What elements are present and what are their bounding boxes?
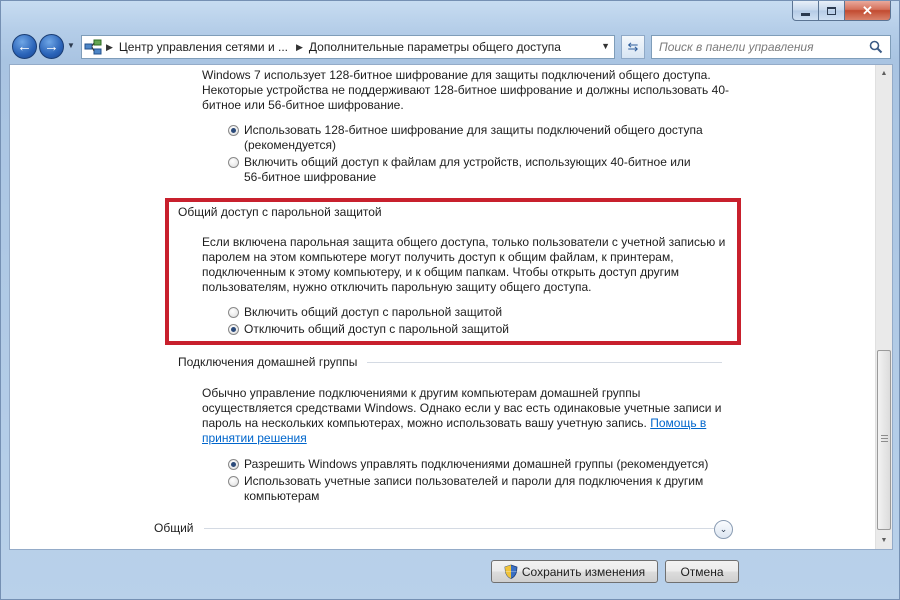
breadcrumb-separator-icon[interactable]: ▶: [106, 42, 113, 53]
breadcrumb-separator-icon[interactable]: ▶: [296, 42, 303, 53]
cancel-button[interactable]: Отмена: [665, 560, 739, 583]
vertical-scrollbar[interactable]: ▲ ▼: [875, 65, 892, 549]
homegroup-user-accounts-option[interactable]: Использовать учетные записи пользователе…: [228, 474, 708, 504]
chevron-down-icon: ⌄: [719, 524, 728, 534]
forward-arrow-icon: →: [44, 38, 59, 55]
radio-label: Использовать учетные записи пользователе…: [244, 474, 704, 503]
encryption-40-56-option[interactable]: Включить общий доступ к файлам для устро…: [228, 155, 698, 185]
section-divider: [203, 527, 714, 529]
section-general[interactable]: Общий: [154, 521, 714, 535]
window-frame: ✕ ← → ▼ ▶ Центр управления сетями и ... …: [0, 0, 900, 600]
refresh-button[interactable]: ⇆: [621, 35, 645, 59]
password-protection-off-option[interactable]: Отключить общий доступ с парольной защит…: [228, 322, 698, 337]
grip-icon: [881, 435, 888, 444]
homegroup-description-text: Обычно управление подключениями к другим…: [202, 386, 722, 430]
scroll-up-arrow-icon[interactable]: ▲: [876, 65, 892, 82]
back-button[interactable]: ←: [12, 34, 37, 59]
radio-label: Отключить общий доступ с парольной защит…: [244, 322, 509, 336]
refresh-icon: ⇆: [627, 39, 639, 54]
password-protection-on-option[interactable]: Включить общий доступ с парольной защито…: [228, 305, 698, 320]
radio-label: Включить общий доступ с парольной защито…: [244, 305, 503, 319]
section-homegroup: Подключения домашней группы: [178, 355, 723, 369]
homegroup-windows-managed-option[interactable]: Разрешить Windows управлять подключениям…: [228, 457, 728, 472]
search-icon[interactable]: [869, 40, 883, 57]
section-title: Подключения домашней группы: [178, 355, 358, 369]
radio-button[interactable]: [228, 307, 239, 318]
save-changes-button[interactable]: Сохранить изменения: [491, 560, 658, 583]
network-center-icon: [82, 36, 104, 58]
address-bar[interactable]: ▶ Центр управления сетями и ... ▶ Дополн…: [81, 35, 615, 59]
expand-section-button[interactable]: ⌄: [714, 520, 733, 539]
breadcrumb-advanced-sharing[interactable]: Дополнительные параметры общего доступа: [309, 40, 561, 54]
radio-button-checked[interactable]: [228, 459, 239, 470]
radio-label: Разрешить Windows управлять подключениям…: [244, 457, 709, 471]
scrollbar-thumb[interactable]: [877, 350, 891, 530]
close-icon: ✕: [862, 2, 873, 18]
radio-label: Включить общий доступ к файлам для устро…: [244, 155, 691, 184]
maximize-button[interactable]: [819, 1, 845, 21]
homegroup-description: Обычно управление подключениями к другим…: [202, 386, 732, 446]
content-pane: Windows 7 использует 128-битное шифрован…: [9, 64, 893, 550]
radio-button[interactable]: [228, 476, 239, 487]
search-box[interactable]: [651, 35, 891, 59]
back-arrow-icon: ←: [17, 38, 32, 55]
minimize-icon: [801, 12, 810, 16]
uac-shield-icon: [504, 564, 518, 579]
breadcrumb-network-center[interactable]: Центр управления сетями и ...: [119, 40, 288, 54]
maximize-icon: [827, 6, 836, 15]
encryption-description: Windows 7 использует 128-битное шифрован…: [202, 68, 729, 112]
close-button[interactable]: ✕: [845, 1, 891, 21]
section-title: Общий: [154, 521, 194, 535]
cancel-button-label: Отмена: [680, 564, 724, 579]
navigation-bar: ← → ▼ ▶ Центр управления сетями и ... ▶ …: [9, 32, 893, 62]
section-divider: [367, 361, 723, 363]
section-password-protected: Общий доступ с парольной защитой: [178, 205, 733, 219]
radio-label: Использовать 128-битное шифрование для з…: [244, 123, 703, 152]
radio-button-checked[interactable]: [228, 125, 239, 136]
encryption-128-option[interactable]: Использовать 128-битное шифрование для з…: [228, 123, 718, 153]
radio-button[interactable]: [228, 157, 239, 168]
search-input[interactable]: [659, 40, 859, 54]
caption-buttons: ✕: [792, 1, 891, 22]
footer-bar: Сохранить изменения Отмена: [9, 554, 893, 594]
radio-button-checked[interactable]: [228, 324, 239, 335]
save-button-label: Сохранить изменения: [521, 564, 646, 579]
recent-pages-dropdown-icon[interactable]: ▼: [67, 41, 75, 50]
scroll-down-arrow-icon[interactable]: ▼: [876, 532, 892, 549]
minimize-button[interactable]: [792, 1, 819, 21]
section-title: Общий доступ с парольной защитой: [178, 205, 382, 219]
forward-button[interactable]: →: [39, 34, 64, 59]
password-protected-description: Если включена парольная защита общего до…: [202, 235, 726, 294]
address-dropdown-icon[interactable]: ▼: [601, 41, 610, 51]
